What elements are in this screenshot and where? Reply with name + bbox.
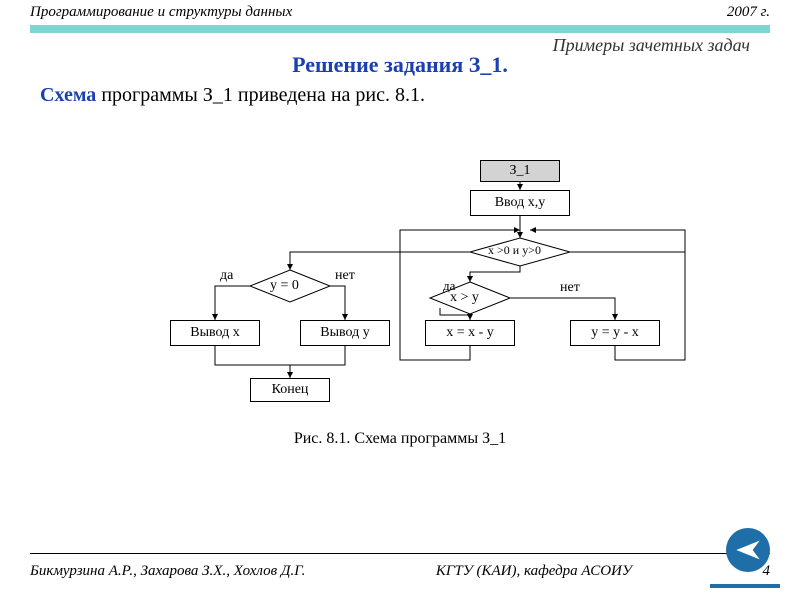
label-yes-2: да xyxy=(443,278,455,294)
body-paragraph: Схема программы З_1 приведена на рис. 8.… xyxy=(0,78,800,107)
footer-org: КГТУ (КАИ), кафедра АСОИУ xyxy=(436,563,632,580)
label-no-2: нет xyxy=(560,280,580,296)
body-keyword: Схема xyxy=(40,84,96,106)
footer-accent xyxy=(710,584,780,588)
footer-page: 4 xyxy=(762,563,770,580)
node-y-eq: y = y - x xyxy=(570,320,660,346)
plane-icon xyxy=(726,528,770,572)
node-out-y: Вывод y xyxy=(300,320,390,346)
label-no-1: нет xyxy=(335,268,355,284)
body-rest: программы З_1 приведена на рис. 8.1. xyxy=(96,84,425,106)
cond-main-text: x >0 и y>0 xyxy=(488,243,541,258)
footer-divider xyxy=(30,553,770,554)
page-header: Программирование и структуры данных 2007… xyxy=(0,0,800,21)
header-right: 2007 г. xyxy=(727,4,770,21)
node-input: Ввод x,y xyxy=(470,190,570,216)
label-yes-1: да xyxy=(220,268,233,284)
page-footer: Бикмурзина А.Р., Захарова З.Х., Хохлов Д… xyxy=(30,563,770,580)
flowchart-lines xyxy=(140,160,700,420)
node-start: З_1 xyxy=(480,160,560,182)
accent-bar xyxy=(30,25,770,33)
footer-authors: Бикмурзина А.Р., Захарова З.Х., Хохлов Д… xyxy=(30,563,305,580)
figure-caption: Рис. 8.1. Схема программы З_1 xyxy=(0,430,800,448)
header-left: Программирование и структуры данных xyxy=(30,4,292,21)
node-out-x: Вывод x xyxy=(170,320,260,346)
flowchart: x >0 и y>0 y = 0 x > y да нет да нет З_1… xyxy=(140,160,700,440)
node-x-eq: x = x - y xyxy=(425,320,515,346)
cond-left-text: y = 0 xyxy=(270,278,299,294)
node-end: Конец xyxy=(250,378,330,402)
